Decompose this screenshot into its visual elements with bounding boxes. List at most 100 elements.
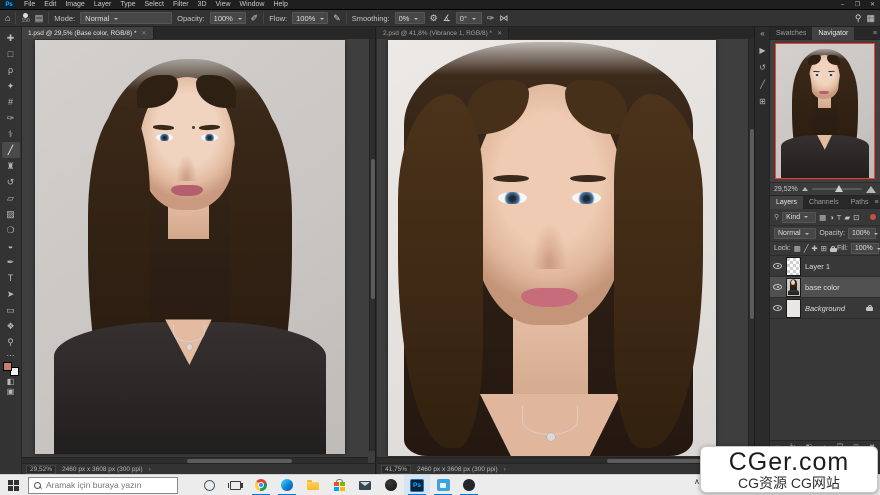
- chrome-button[interactable]: [248, 475, 274, 495]
- tab-navigator[interactable]: Navigator: [812, 27, 854, 40]
- tab-paths[interactable]: Paths: [845, 196, 875, 209]
- photoshop-taskbar-button[interactable]: Ps: [404, 475, 430, 495]
- canvas-area-2[interactable]: [377, 39, 754, 457]
- close-tab-icon[interactable]: ✕: [497, 30, 502, 37]
- clone-source-panel-icon[interactable]: ⊞: [759, 97, 766, 106]
- anydesk-button[interactable]: [430, 475, 456, 495]
- menu-3d[interactable]: 3D: [198, 0, 207, 10]
- layer-row-background[interactable]: Background: [770, 298, 880, 319]
- dodge-tool-icon[interactable]: ◒: [2, 238, 20, 254]
- minimize-button[interactable]: –: [835, 0, 850, 10]
- mail-button[interactable]: [352, 475, 378, 495]
- tab-channels[interactable]: Channels: [803, 196, 845, 209]
- menu-select[interactable]: Select: [145, 0, 164, 10]
- shape-tool-icon[interactable]: ▭: [2, 302, 20, 318]
- marquee-tool-icon[interactable]: □: [2, 46, 20, 62]
- navigator-view-box[interactable]: [775, 43, 875, 179]
- store-button[interactable]: [326, 475, 352, 495]
- layer-name[interactable]: Layer 1: [805, 262, 830, 271]
- panel-menu-icon[interactable]: ≡: [875, 199, 879, 206]
- close-button[interactable]: ✕: [865, 0, 880, 10]
- edge-button[interactable]: [274, 475, 300, 495]
- lock-position-icon[interactable]: ✚: [811, 244, 817, 253]
- healing-brush-tool-icon[interactable]: ⚕: [2, 126, 20, 142]
- actions-panel-icon[interactable]: ▶: [759, 46, 765, 55]
- canvas-area-1[interactable]: [22, 39, 375, 457]
- vertical-scrollbar[interactable]: [748, 39, 754, 451]
- history-brush-tool-icon[interactable]: ↺: [2, 174, 20, 190]
- xbox-button[interactable]: [378, 475, 404, 495]
- layer-visibility-eye-icon[interactable]: [773, 263, 782, 269]
- document-tab-1[interactable]: 1.psd @ 29,5% (Base color, RGB/8) * ✕: [22, 27, 154, 39]
- layers-opacity-select[interactable]: 100%: [848, 228, 876, 239]
- layer-filter-kind-select[interactable]: Kind: [782, 212, 816, 223]
- foreground-color-swatch[interactable]: [3, 362, 12, 371]
- smoothing-select[interactable]: 0%: [395, 12, 425, 24]
- show-hidden-icons-chevron[interactable]: ∧: [694, 477, 700, 486]
- layer-filter-toggle[interactable]: [870, 214, 876, 220]
- lasso-tool-icon[interactable]: ρ: [2, 62, 20, 78]
- scrollbar-thumb[interactable]: [371, 159, 375, 299]
- status-options-arrow[interactable]: ›: [504, 466, 506, 473]
- task-view-button[interactable]: [222, 475, 248, 495]
- blur-tool-icon[interactable]: ❍: [2, 222, 20, 238]
- blend-mode-select[interactable]: Normal: [80, 12, 172, 24]
- panel-menu-icon[interactable]: ≡: [873, 30, 877, 37]
- layer-row-layer1[interactable]: Layer 1: [770, 256, 880, 277]
- quick-mask-icon[interactable]: ◧: [2, 376, 20, 386]
- history-panel-icon[interactable]: ↺: [759, 63, 766, 72]
- layers-fill-select[interactable]: 100%: [851, 243, 879, 254]
- zoom-level-field[interactable]: 29,52%: [26, 465, 56, 474]
- status-options-arrow[interactable]: ›: [149, 466, 151, 473]
- layer-row-base-color[interactable]: base color: [770, 277, 880, 298]
- document-tab-2[interactable]: 2.psd @ 41,8% (Vibrance 1, RGB/8) * ✕: [377, 27, 509, 39]
- brush-preset-picker[interactable]: 150: [21, 13, 29, 23]
- layer-visibility-eye-icon[interactable]: [773, 305, 782, 311]
- path-selection-tool-icon[interactable]: ➤: [2, 286, 20, 302]
- menu-view[interactable]: View: [216, 0, 231, 10]
- canvas-photo-2[interactable]: [388, 40, 716, 456]
- lock-image-pixels-icon[interactable]: ╱: [804, 244, 809, 253]
- layer-thumbnail[interactable]: [786, 257, 801, 276]
- move-tool-icon[interactable]: ✚: [2, 30, 20, 46]
- cortana-button[interactable]: [196, 475, 222, 495]
- filter-type-layers-icon[interactable]: T: [837, 213, 842, 222]
- menu-edit[interactable]: Edit: [44, 0, 56, 10]
- collapse-panels-icon[interactable]: «: [760, 29, 764, 38]
- flow-select[interactable]: 100%: [292, 12, 328, 24]
- zoom-tool-icon[interactable]: ⚲: [2, 334, 20, 350]
- navigator-zoom-slider[interactable]: [812, 188, 862, 190]
- navigator-zoom-value[interactable]: 29,52%: [774, 186, 798, 193]
- menu-type[interactable]: Type: [120, 0, 135, 10]
- filter-pixel-layers-icon[interactable]: ▦: [819, 213, 826, 222]
- menu-layer[interactable]: Layer: [94, 0, 112, 10]
- layer-visibility-eye-icon[interactable]: [773, 284, 782, 290]
- canvas-painting-1[interactable]: [35, 40, 345, 454]
- scrollbar-thumb[interactable]: [750, 129, 754, 319]
- type-tool-icon[interactable]: T: [2, 270, 20, 286]
- filter-shape-layers-icon[interactable]: ▰: [844, 213, 850, 222]
- eyedropper-tool-icon[interactable]: ✑: [2, 110, 20, 126]
- menu-window[interactable]: Window: [240, 0, 265, 10]
- zoom-in-icon[interactable]: [866, 186, 876, 193]
- dark-app-button[interactable]: [456, 475, 482, 495]
- object-selection-tool-icon[interactable]: ✦: [2, 78, 20, 94]
- tab-swatches[interactable]: Swatches: [770, 27, 812, 40]
- layer-name[interactable]: base color: [805, 283, 840, 292]
- layer-thumbnail[interactable]: [786, 278, 801, 297]
- menu-image[interactable]: Image: [65, 0, 84, 10]
- menu-file[interactable]: File: [24, 0, 35, 10]
- vertical-scrollbar[interactable]: [369, 39, 375, 451]
- workspace-switcher-icon[interactable]: ▦: [866, 13, 875, 24]
- airbrush-icon[interactable]: ✎: [333, 13, 341, 24]
- brush-panel-toggle-icon[interactable]: ▤: [35, 13, 44, 24]
- eraser-tool-icon[interactable]: ▱: [2, 190, 20, 206]
- start-button[interactable]: [0, 475, 26, 495]
- taskbar-search-box[interactable]: [28, 477, 178, 494]
- close-tab-icon[interactable]: ✕: [141, 30, 146, 37]
- filter-smart-objects-icon[interactable]: ⊡: [853, 213, 859, 222]
- menu-help[interactable]: Help: [273, 0, 287, 10]
- edit-toolbar-icon[interactable]: ⋯: [2, 350, 20, 360]
- zoom-out-icon[interactable]: [802, 187, 808, 191]
- opacity-pressure-icon[interactable]: ✐: [251, 13, 259, 24]
